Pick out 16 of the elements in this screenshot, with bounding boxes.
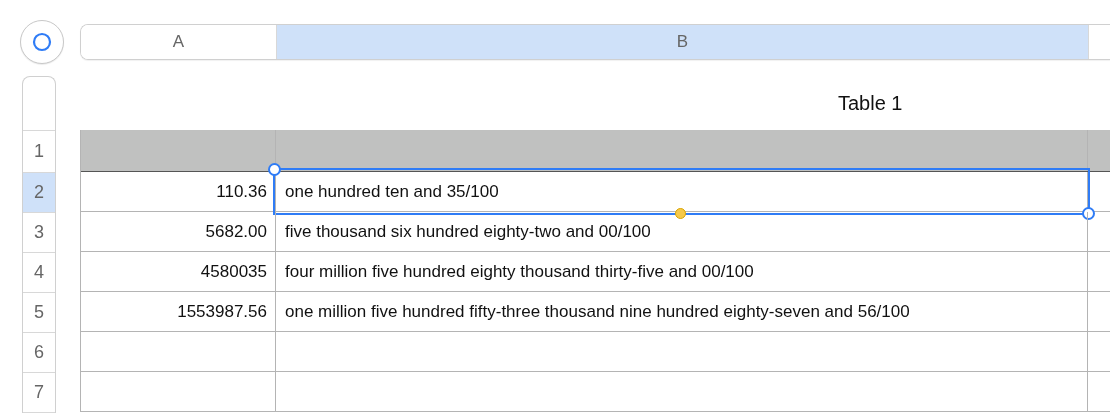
- table-title: Table 1: [838, 91, 903, 115]
- table-cell: 1553987.56: [81, 292, 276, 331]
- table-cell: 4580035: [81, 252, 276, 291]
- column-header[interactable]: B: [277, 25, 1089, 59]
- column-header[interactable]: A: [81, 25, 277, 59]
- row-header[interactable]: 3: [23, 213, 55, 253]
- row-header[interactable]: 2: [23, 173, 55, 213]
- table-cell: one million five hundred fifty-three thousand nine hundred eighty-seven and 56/100: [276, 292, 1088, 331]
- table-cell: five thousand six hundred eighty-two and 00/100: [276, 212, 1088, 251]
- table-cell: four million five hundred eighty thousand thirty-five and 00/100: [276, 252, 1088, 291]
- row-header[interactable]: 4: [23, 253, 55, 293]
- row-header[interactable]: 6: [23, 333, 55, 373]
- table-cell: one hundred ten and 35/100: [276, 172, 1088, 211]
- row-header[interactable]: 7: [23, 373, 55, 413]
- row-header[interactable]: 5: [23, 293, 55, 333]
- table-cell: 5682.00: [81, 212, 276, 251]
